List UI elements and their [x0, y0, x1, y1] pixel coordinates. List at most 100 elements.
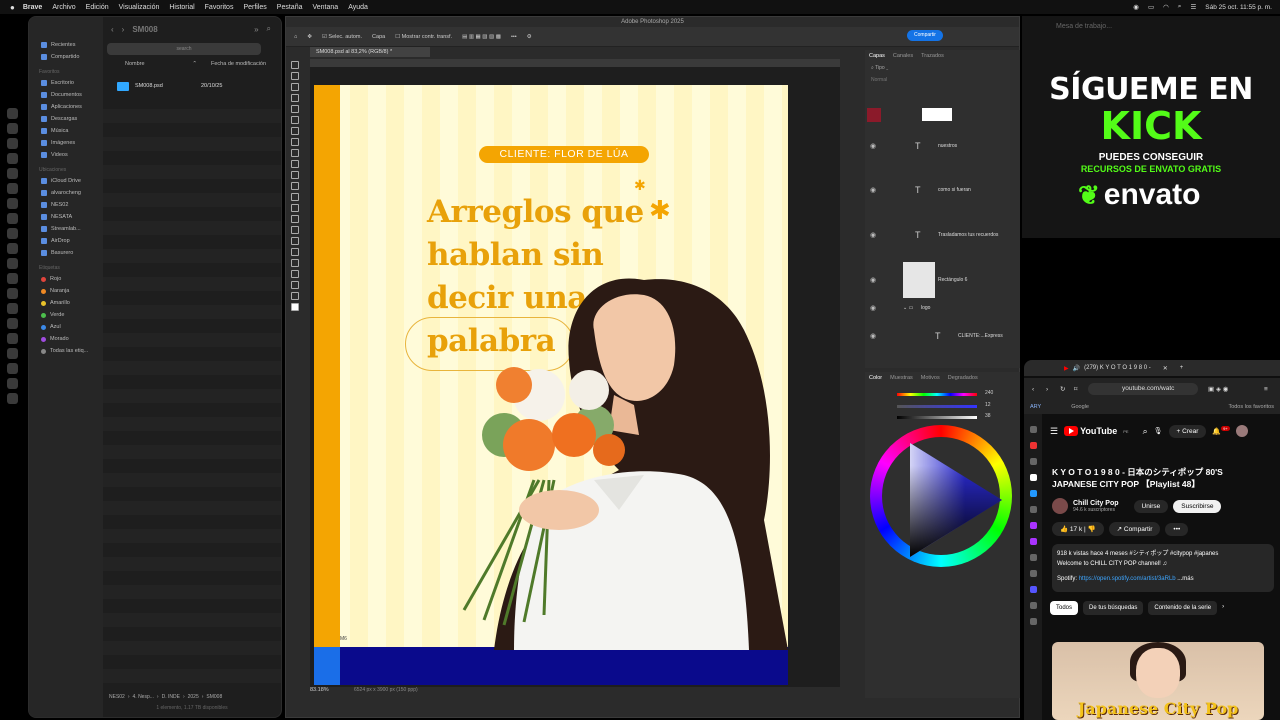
transform-checkbox[interactable]: ☐ Mostrar contr. transf.	[395, 34, 452, 40]
more-icon[interactable]: »	[254, 25, 258, 34]
sidebar-app-icon[interactable]	[1029, 458, 1037, 465]
bookmark-item[interactable]: Todos los favoritos	[1228, 404, 1274, 410]
menu-pestana[interactable]: Pestaña	[277, 4, 303, 11]
dock-app-icon[interactable]	[6, 318, 18, 329]
path-item[interactable]: D. INDE	[162, 694, 180, 700]
gradient-tool-icon[interactable]	[291, 193, 299, 201]
sidebar-app-icon[interactable]	[1029, 570, 1037, 577]
tab-muestras[interactable]: Muestras	[890, 372, 913, 384]
layer-row[interactable]: ◉ Tcomo si fueran	[865, 177, 1020, 203]
menu-perfiles[interactable]: Perfiles	[243, 4, 266, 11]
sidebar-item-documentos[interactable]: Documentos	[29, 89, 103, 101]
eye-icon[interactable]: ◉	[870, 332, 876, 340]
dock-app-icon[interactable]	[6, 393, 18, 404]
like-button[interactable]: 👍 17 k | 👎	[1052, 522, 1104, 536]
avatar[interactable]	[1235, 425, 1248, 437]
layer-row[interactable]: ◉ Rectángulo 6	[865, 262, 1020, 298]
dock-app-icon[interactable]	[6, 258, 18, 269]
eraser-tool-icon[interactable]	[291, 182, 299, 190]
document-tab[interactable]: SM008.psd al 83,2% (RGB/8) *	[310, 47, 430, 57]
sidebar-item-tag[interactable]: Amarillo	[29, 297, 103, 309]
pen-tool-icon[interactable]	[291, 226, 299, 234]
share-button[interactable]: ↗ Compartir	[1108, 522, 1161, 536]
path-item[interactable]: 2025	[188, 694, 199, 700]
sidebar-app-icon[interactable]	[1029, 554, 1037, 561]
subscribe-button[interactable]: Suscribirse	[1173, 499, 1222, 513]
tab-trazados[interactable]: Trazados	[921, 50, 944, 62]
join-button[interactable]: Unirse	[1133, 499, 1169, 513]
more-tools-icon[interactable]	[291, 292, 299, 300]
sidebar-item-musica[interactable]: Música	[29, 125, 103, 137]
dock-app-icon[interactable]	[6, 303, 18, 314]
column-name[interactable]: Nombre	[103, 61, 153, 73]
lasso-tool-icon[interactable]	[291, 83, 299, 91]
history-brush-icon[interactable]	[291, 171, 299, 179]
create-button[interactable]: + Crear	[1168, 424, 1207, 438]
youtube-logo-text[interactable]: YouTube	[1080, 426, 1117, 436]
dock-app-icon[interactable]	[6, 153, 18, 164]
sidebar-item-user[interactable]: alvarocheng	[29, 187, 103, 199]
menu-ayuda[interactable]: Ayuda	[348, 4, 368, 11]
sidebar-item-tag[interactable]: Todas las etiq...	[29, 345, 103, 357]
tab-degradados[interactable]: Degradados	[948, 372, 978, 384]
youtube-logo-icon[interactable]	[1064, 426, 1079, 436]
dock-app-icon[interactable]	[6, 198, 18, 209]
tab-canales[interactable]: Canales	[893, 50, 913, 62]
eye-icon[interactable]: ◉	[870, 304, 876, 312]
hand-tool-icon[interactable]	[291, 270, 299, 278]
forward-icon[interactable]: ›	[1046, 386, 1048, 393]
chip-todos[interactable]: Todos	[1050, 601, 1079, 615]
layer-row[interactable]: ◉ Tnuestros	[865, 133, 1020, 159]
artwork[interactable]: CLIENTE: FLOR DE LÚA Arreglos que hablan…	[314, 85, 788, 685]
record-icon[interactable]: ◉	[1133, 3, 1139, 11]
bookmark-icon[interactable]: ⌑	[1074, 385, 1077, 393]
align-icons[interactable]: ▤ ▥ ▦ ▧ ▨ ▩	[462, 34, 501, 40]
eye-icon[interactable]: ◉	[870, 186, 876, 194]
sidebar-item-videos[interactable]: Videos	[29, 149, 103, 161]
chevron-right-icon[interactable]: ›	[1222, 601, 1224, 615]
path-item[interactable]: NES02	[109, 694, 125, 700]
path-item[interactable]: SM008	[206, 694, 222, 700]
reload-icon[interactable]: ↻	[1060, 385, 1065, 393]
eyedropper-tool-icon[interactable]	[291, 127, 299, 135]
layer-row[interactable]: ◉ T Trasladamos tus recuerdos	[865, 222, 1020, 248]
menu-app[interactable]: Brave	[23, 4, 42, 11]
menu-historial[interactable]: Historial	[169, 4, 194, 11]
sidebar-item-recientes[interactable]: Recientes	[29, 39, 103, 51]
search-input[interactable]: search	[107, 43, 261, 55]
video-thumbnail[interactable]: Japanese City Pop	[1052, 642, 1264, 720]
spotify-link[interactable]: https://open.spotify.com/artist/3aRLb	[1079, 576, 1176, 582]
dodge-tool-icon[interactable]	[291, 215, 299, 223]
sidebar-app-icon[interactable]	[1029, 586, 1037, 593]
sidebar-app-icon[interactable]	[1029, 426, 1037, 433]
mic-icon[interactable]: 🎙	[1154, 427, 1163, 435]
dock-app-icon[interactable]	[6, 183, 18, 194]
search-icon[interactable]: ⌕	[1178, 3, 1182, 11]
chip-serie[interactable]: Contenido de la serie	[1148, 601, 1218, 615]
search-icon[interactable]: ⌕	[267, 24, 271, 34]
zoom-level[interactable]: 83.18%	[310, 687, 329, 693]
back-icon[interactable]: ‹	[1032, 386, 1034, 393]
stamp-tool-icon[interactable]	[291, 160, 299, 168]
sidebar-item-imagenes[interactable]: Imágenes	[29, 137, 103, 149]
menu-edicion[interactable]: Edición	[86, 4, 109, 11]
sidebar-item-tag[interactable]: Verde	[29, 309, 103, 321]
gear-icon[interactable]: ⚙	[527, 34, 532, 40]
sidebar-item-tag[interactable]: Naranja	[29, 285, 103, 297]
tab-capas[interactable]: Capas	[869, 50, 885, 62]
dock-app-icon[interactable]	[6, 378, 18, 389]
add-icon[interactable]	[1029, 618, 1037, 625]
sidebar-item-escritorio[interactable]: Escritorio	[29, 77, 103, 89]
sidebar-app-icon[interactable]	[1029, 522, 1037, 529]
move-tool-icon[interactable]: ✥	[307, 34, 312, 40]
blend-mode-select[interactable]: Normal	[865, 74, 1020, 86]
saturation-slider[interactable]	[897, 405, 977, 408]
sidebar-app-icon[interactable]	[1029, 602, 1037, 609]
eye-icon[interactable]: ◉	[870, 276, 876, 284]
dislike-icon[interactable]: 👎	[1088, 526, 1096, 533]
tab-color[interactable]: Color	[869, 372, 882, 384]
bell-icon[interactable]: 🔔 9+	[1212, 426, 1230, 436]
column-modified[interactable]: Fecha de modificación	[197, 61, 266, 73]
sidebar-item-nes02[interactable]: NES02	[29, 199, 103, 211]
clock[interactable]: Sáb 25 oct. 11:55 p. m.	[1205, 4, 1272, 11]
